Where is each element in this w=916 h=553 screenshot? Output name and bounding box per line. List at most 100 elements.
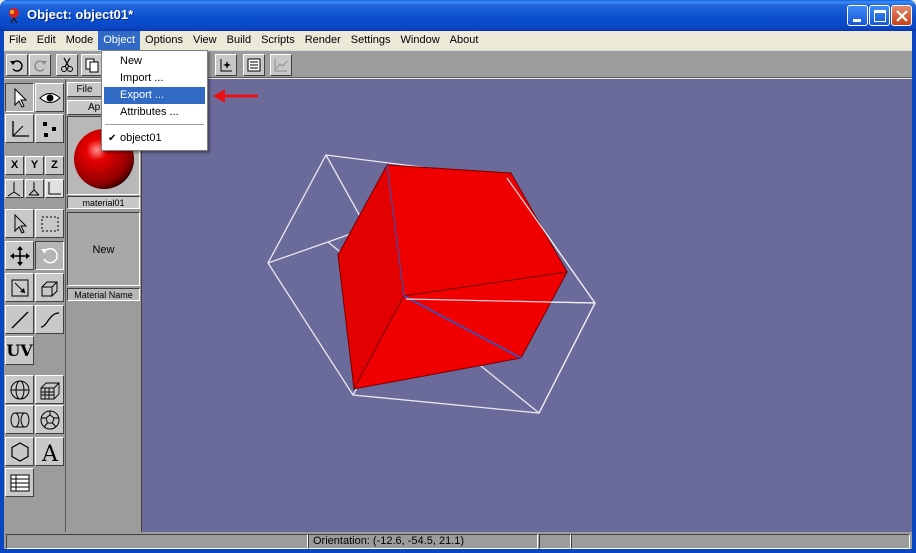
scene-canvas <box>267 154 596 414</box>
table-icon <box>10 474 30 492</box>
dodecahedron-icon <box>40 410 60 430</box>
scissors-icon <box>61 57 73 72</box>
redo-icon <box>34 60 47 72</box>
cylinder-tool[interactable] <box>5 405 34 434</box>
uv-tool[interactable]: UV <box>5 336 34 365</box>
menu-settings[interactable]: Settings <box>346 31 396 50</box>
table-tool[interactable] <box>5 468 34 497</box>
menu-item-import[interactable]: Import ... <box>104 70 205 87</box>
screen-space-button[interactable] <box>45 179 64 198</box>
orientation-readout: Orientation: (-12.6, -54.5, 21.1) <box>308 534 538 549</box>
screen-axis-icon <box>48 182 61 195</box>
graph-button[interactable] <box>270 54 292 76</box>
list-icon <box>247 58 261 72</box>
axis-icon <box>12 121 29 137</box>
menu-separator <box>105 124 204 126</box>
minimize-button[interactable] <box>847 5 868 26</box>
tab-file[interactable]: File <box>67 82 102 97</box>
menu-edit[interactable]: Edit <box>32 31 61 50</box>
view-tool[interactable] <box>35 83 64 112</box>
axis-y-button[interactable]: Y <box>25 156 44 175</box>
status-right <box>571 534 910 549</box>
status-bar: Orientation: (-12.6, -54.5, 21.1) <box>4 532 912 549</box>
text-tool[interactable]: A <box>35 437 64 466</box>
maximize-button[interactable] <box>869 5 890 26</box>
select-tool[interactable] <box>5 83 34 112</box>
arrow-cursor-icon <box>14 87 28 108</box>
local-space-button[interactable] <box>25 179 44 198</box>
list-button[interactable] <box>243 54 265 76</box>
graph-icon <box>274 59 288 72</box>
menu-object[interactable]: Object <box>98 31 141 50</box>
extrude-icon <box>41 281 58 297</box>
undo-button[interactable] <box>6 54 28 76</box>
3d-viewport[interactable] <box>142 79 912 532</box>
title-bar: Object: object01* <box>0 0 916 31</box>
menu-about[interactable]: About <box>445 31 484 50</box>
light-button[interactable] <box>215 54 237 76</box>
material-name-label: material01 <box>67 196 140 209</box>
move-tool[interactable] <box>5 241 34 270</box>
hexagon-icon <box>11 442 29 462</box>
line-icon <box>11 311 29 329</box>
sparkle-icon <box>220 59 232 72</box>
axis-x-button[interactable]: X <box>5 156 24 175</box>
cylinder-icon <box>10 412 30 428</box>
menu-render[interactable]: Render <box>300 31 346 50</box>
menu-options[interactable]: Options <box>140 31 188 50</box>
rotate-tool[interactable] <box>35 241 64 270</box>
cut-button[interactable] <box>56 54 78 76</box>
window-title: Object: object01* <box>27 7 134 22</box>
extrude-tool[interactable] <box>35 273 64 302</box>
cube-grid-icon <box>40 382 60 400</box>
menu-file[interactable]: File <box>4 31 32 50</box>
status-extra <box>539 534 571 549</box>
copy-button[interactable] <box>81 54 103 76</box>
rotate-icon <box>41 247 58 264</box>
menu-item-export[interactable]: Export ... <box>104 87 205 104</box>
polyhedron-tool[interactable] <box>35 405 64 434</box>
menu-window[interactable]: Window <box>396 31 445 50</box>
redo-button[interactable] <box>29 54 51 76</box>
object-name-label: object01 <box>120 132 162 144</box>
line-tool[interactable] <box>5 305 34 334</box>
points-tool[interactable] <box>35 114 64 143</box>
object-menu-dropdown: New Import ... Export ... Attributes ...… <box>101 50 208 151</box>
sphere-icon <box>10 380 30 400</box>
points-icon <box>43 122 56 137</box>
local-axis-icon <box>28 182 40 196</box>
menu-mode[interactable]: Mode <box>61 31 99 50</box>
marquee-tool[interactable] <box>35 209 64 238</box>
marquee-icon <box>41 216 59 232</box>
app-icon <box>9 8 19 23</box>
menu-scripts[interactable]: Scripts <box>256 31 300 50</box>
close-button[interactable] <box>891 5 912 26</box>
new-material-button[interactable]: New <box>67 212 140 286</box>
move-icon <box>10 246 30 266</box>
tool-panel: X Y Z UV A <box>4 79 66 532</box>
menu-bar: File Edit Mode Object Options View Build… <box>4 31 912 50</box>
menu-item-object01[interactable]: ✔ object01 <box>104 130 205 147</box>
pointer-icon <box>14 213 28 234</box>
material-name-caption: Material Name <box>67 288 140 301</box>
axis-tool[interactable] <box>5 114 34 143</box>
letter-a-icon: A <box>41 442 59 463</box>
scale-icon <box>11 279 29 297</box>
hexagon-tool[interactable] <box>5 437 34 466</box>
eye-icon <box>39 93 61 103</box>
undo-icon <box>10 60 23 72</box>
sphere-tool[interactable] <box>5 375 34 404</box>
cube-grid-tool[interactable] <box>35 375 64 404</box>
menu-view[interactable]: View <box>188 31 222 50</box>
menu-item-attributes[interactable]: Attributes ... <box>104 104 205 121</box>
red-cube[interactable] <box>337 163 596 414</box>
checkmark-icon: ✔ <box>108 133 117 144</box>
pick-tool[interactable] <box>5 209 34 238</box>
curve-tool[interactable] <box>35 305 64 334</box>
copy-icon <box>85 58 99 73</box>
menu-build[interactable]: Build <box>222 31 256 50</box>
axis-z-button[interactable]: Z <box>45 156 64 175</box>
world-space-button[interactable] <box>5 179 24 198</box>
menu-item-new[interactable]: New <box>104 53 205 70</box>
scale-tool[interactable] <box>5 273 34 302</box>
